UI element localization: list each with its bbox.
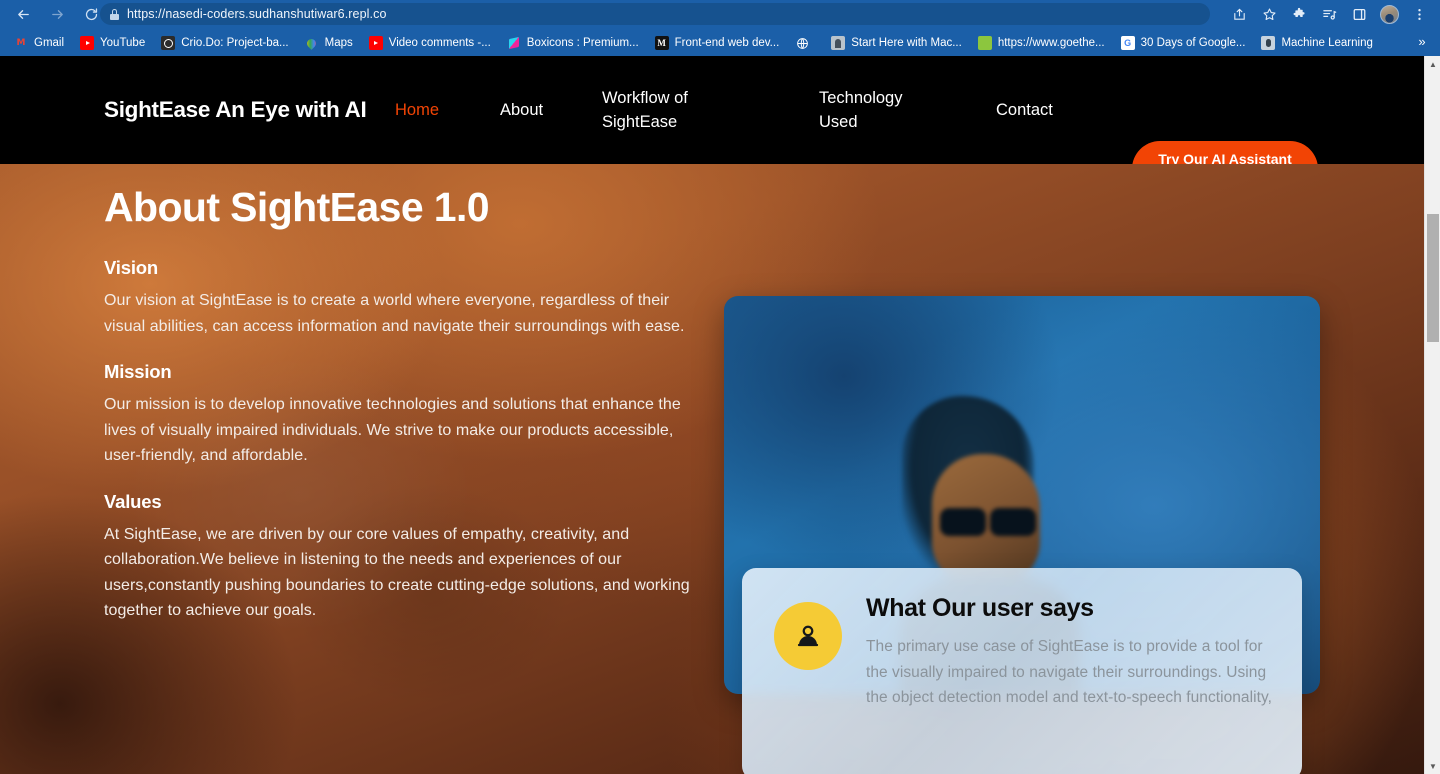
scrollbar-thumb[interactable] — [1427, 214, 1439, 342]
back-arrow-icon[interactable] — [6, 0, 40, 28]
bookmark-video-comments[interactable]: Video comments -... — [368, 34, 499, 52]
bookmark-maps[interactable]: Maps — [305, 34, 361, 52]
mdn-icon: M — [654, 36, 669, 50]
testimonial-title: What Our user says — [866, 594, 1094, 622]
nav-item-workflow[interactable]: Workflow of SightEase — [602, 86, 712, 134]
about-hero-section: About SightEase 1.0 Vision Our vision at… — [0, 164, 1424, 774]
testimonial-body: What Our user says The primary use case … — [866, 594, 1272, 774]
bookmark-gmail[interactable]: M Gmail — [14, 34, 72, 52]
bookmark-label: 30 Days of Google... — [1140, 37, 1246, 49]
gmail-icon: M — [16, 38, 26, 48]
mission-heading: Mission — [104, 361, 172, 383]
extensions-puzzle-icon[interactable] — [1284, 0, 1314, 28]
profile-avatar[interactable] — [1374, 0, 1404, 28]
nav-item-technology-used[interactable]: Technology Used — [819, 86, 929, 134]
nav-item-contact[interactable]: Contact — [996, 98, 1053, 122]
testimonial-card: What Our user says The primary use case … — [742, 568, 1302, 774]
nav-item-home[interactable]: Home — [395, 98, 439, 122]
bookmark-label: Boxicons : Premium... — [526, 37, 639, 49]
site-brand[interactable]: SightEase An Eye with AI — [104, 56, 367, 164]
youtube-icon — [368, 36, 383, 50]
scroll-up-arrow-icon[interactable]: ▲ — [1425, 56, 1440, 72]
mission-body: Our mission is to develop innovative tec… — [104, 396, 681, 465]
url-text: https://nasedi-coders.sudhanshutiwar6.re… — [127, 7, 387, 21]
youtube-icon — [80, 36, 95, 50]
machine-learning-icon — [1261, 36, 1276, 50]
bookmark-start-here-with-machine-learning[interactable]: Start Here with Mac... — [831, 34, 970, 52]
google-icon: G — [1120, 36, 1135, 50]
vision-heading: Vision — [104, 257, 158, 279]
testimonial-quote: The primary use case of SightEase is to … — [866, 638, 1272, 706]
bookmark-label: https://www.goethe... — [997, 37, 1105, 49]
bookmark-label: Front-end web dev... — [674, 37, 780, 49]
user-person-icon — [774, 602, 842, 670]
bookmark-30-days-of-google[interactable]: G 30 Days of Google... — [1120, 34, 1254, 52]
bookmarks-overflow-button[interactable]: » — [1414, 34, 1430, 49]
address-bar[interactable]: https://nasedi-coders.sudhanshutiwar6.re… — [100, 3, 1210, 25]
bookmark-boxicons[interactable]: Boxicons : Premium... — [507, 34, 647, 52]
bookmark-youtube[interactable]: YouTube — [80, 34, 153, 52]
boxicons-icon — [507, 36, 521, 50]
values-heading: Values — [104, 490, 162, 512]
machine-learning-mastery-icon — [831, 36, 846, 50]
bookmark-globe[interactable] — [795, 34, 823, 52]
bookmark-label: YouTube — [100, 37, 146, 49]
page-scrollbar[interactable]: ▲ ▼ — [1424, 56, 1440, 774]
chrome-menu-icon[interactable] — [1404, 0, 1434, 28]
share-icon[interactable] — [1224, 0, 1254, 28]
bookmarks-bar: M Gmail YouTube Crio.Do: Project-ba... M… — [0, 30, 1440, 56]
values-body: At SightEase, we are driven by our core … — [104, 525, 690, 620]
toolbar-actions — [1224, 0, 1434, 28]
bookmark-label: Machine Learning — [1281, 37, 1373, 49]
about-text-column: About SightEase 1.0 Vision Our vision at… — [104, 184, 704, 646]
bookmark-label: Video comments -... — [388, 37, 491, 49]
page-title: About SightEase 1.0 — [104, 184, 490, 230]
google-maps-icon — [305, 36, 319, 50]
page-viewport: SightEase An Eye with AI Home About Work… — [0, 56, 1424, 774]
bookmark-label: Gmail — [34, 37, 65, 49]
scroll-down-arrow-icon[interactable]: ▼ — [1425, 758, 1440, 774]
bookmark-label: Start Here with Mac... — [851, 37, 962, 49]
bookmark-star-icon[interactable] — [1254, 0, 1284, 28]
lock-icon — [110, 8, 119, 20]
bookmark-mdn[interactable]: M Front-end web dev... — [654, 34, 788, 52]
goethe-icon — [977, 36, 992, 50]
bookmark-goethe[interactable]: https://www.goethe... — [977, 34, 1113, 52]
bookmark-machine-learning[interactable]: Machine Learning — [1261, 34, 1380, 52]
browser-toolbar: https://nasedi-coders.sudhanshutiwar6.re… — [0, 0, 1440, 28]
nav-item-about[interactable]: About — [500, 98, 543, 122]
site-header: SightEase An Eye with AI Home About Work… — [0, 56, 1424, 197]
forward-arrow-icon[interactable] — [40, 0, 74, 28]
crio-icon — [161, 36, 176, 50]
bookmark-crio[interactable]: Crio.Do: Project-ba... — [161, 34, 296, 52]
globe-icon — [795, 36, 809, 50]
reading-list-icon[interactable] — [1314, 0, 1344, 28]
side-panel-icon[interactable] — [1344, 0, 1374, 28]
vision-body: Our vision at SightEase is to create a w… — [104, 292, 685, 335]
bookmark-label: Crio.Do: Project-ba... — [181, 37, 289, 49]
browser-chrome: https://nasedi-coders.sudhanshutiwar6.re… — [0, 0, 1440, 56]
bookmark-label: Maps — [324, 37, 353, 49]
